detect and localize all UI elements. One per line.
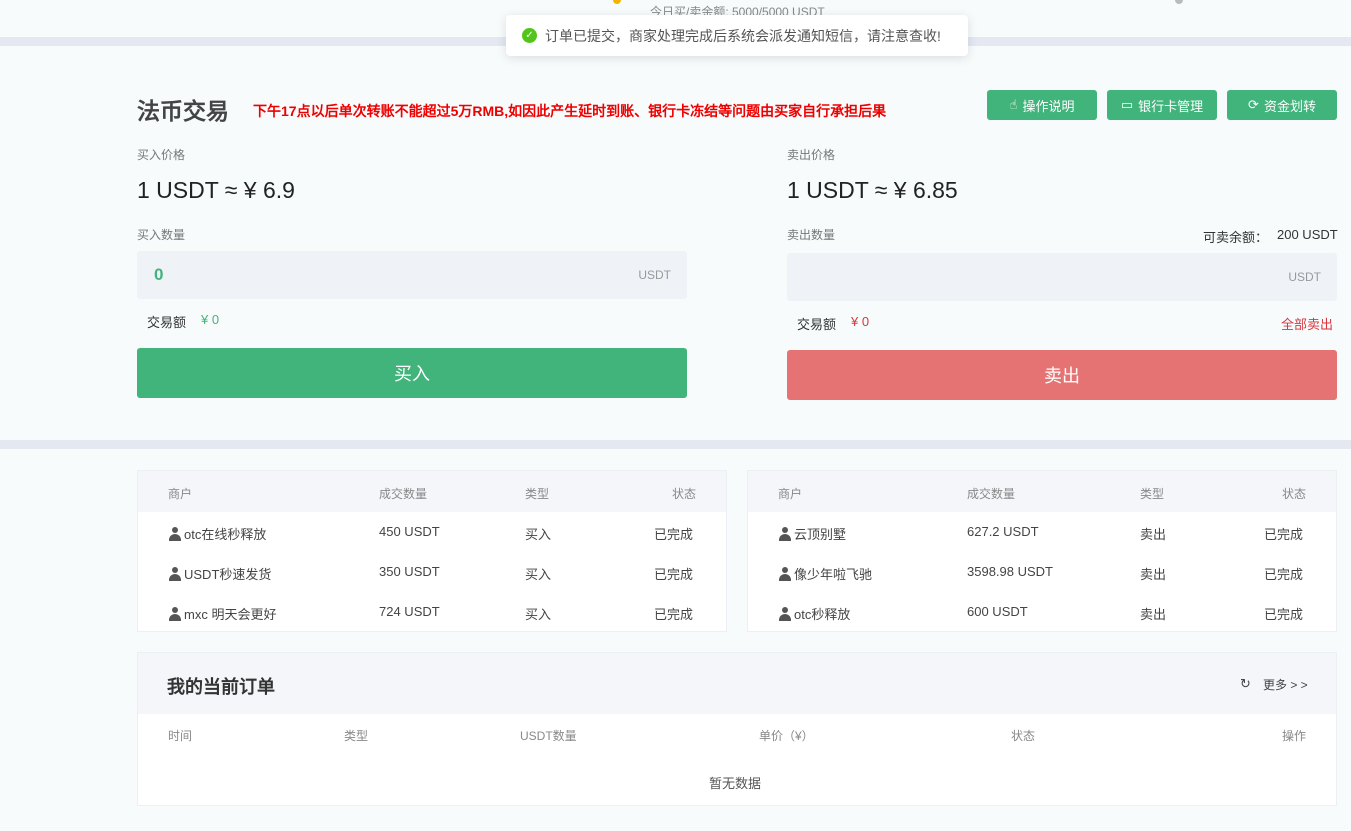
refresh-icon[interactable]: ↻ <box>1240 676 1251 692</box>
credit-card-icon: ▭ <box>1120 97 1134 112</box>
toast-message: 订单已提交，商家处理完成后系统会派发通知短信，请注意查收! <box>545 27 941 44</box>
sell-price: 1 USDT ≈ ¥ 6.85 <box>787 177 958 203</box>
buy-amount-label: 交易额 <box>147 315 187 330</box>
sell-unit: USDT <box>1288 270 1321 284</box>
buy-price-label: 买入价格 <box>137 148 186 162</box>
user-icon <box>169 527 181 541</box>
status-dot <box>613 0 621 4</box>
buy-unit: USDT <box>638 268 671 282</box>
fund-transfer-button[interactable]: ⟳ 资金划转 <box>1227 90 1337 120</box>
status-dot <box>1175 0 1183 4</box>
col-merchant: 商户 <box>168 487 193 501</box>
user-icon <box>169 567 181 581</box>
col-status: 状态 <box>1282 487 1307 501</box>
col-type: 类型 <box>1140 487 1165 501</box>
col-action: 操作 <box>1282 729 1307 743</box>
hand-pointer-icon: ☝ <box>1009 97 1018 112</box>
sell-qty-label: 卖出数量 <box>787 228 836 242</box>
col-usdt-qty: USDT数量 <box>520 729 577 743</box>
instructions-button[interactable]: ☝ 操作说明 <box>987 90 1097 120</box>
sell-trades-table: 商户 成交数量 类型 状态 云顶别墅 627.2 USDT 卖出 已完成 像少年… <box>747 470 1337 632</box>
sell-amount-value: ¥ 0 <box>851 314 870 329</box>
check-circle-icon: ✓ <box>522 28 537 43</box>
sell-qty-input[interactable]: USDT <box>787 253 1337 301</box>
section-divider <box>0 440 1351 449</box>
user-icon <box>169 607 181 621</box>
col-type: 类型 <box>525 487 550 501</box>
col-time: 时间 <box>168 729 193 743</box>
user-icon <box>779 527 791 541</box>
buy-qty-input[interactable]: 0 USDT <box>137 251 687 299</box>
orders-title: 我的当前订单 <box>167 677 275 697</box>
bank-card-button[interactable]: ▭ 银行卡管理 <box>1107 90 1217 120</box>
orders-header: 我的当前订单 ↻ 更多 > > <box>138 653 1336 714</box>
buy-amount-value: ¥ 0 <box>201 312 220 327</box>
col-status: 状态 <box>672 487 697 501</box>
sell-balance-label: 可卖余额： <box>1203 230 1269 245</box>
table-header: 商户 成交数量 类型 状态 <box>138 471 726 512</box>
col-status: 状态 <box>1011 729 1036 743</box>
col-qty: 成交数量 <box>379 487 428 501</box>
sell-amount-label: 交易额 <box>797 317 837 332</box>
sell-price-label: 卖出价格 <box>787 148 836 162</box>
col-type: 类型 <box>344 729 369 743</box>
buy-qty-value: 0 <box>154 265 164 284</box>
table-header: 商户 成交数量 类型 状态 <box>748 471 1336 512</box>
sell-button[interactable]: 卖出 <box>787 350 1337 400</box>
buy-button[interactable]: 买入 <box>137 348 687 398</box>
col-merchant: 商户 <box>778 487 803 501</box>
more-link[interactable]: 更多 > > <box>1263 676 1308 693</box>
current-orders-panel: 我的当前订单 ↻ 更多 > > 时间 类型 USDT数量 单价（¥） 状态 操作… <box>137 652 1337 806</box>
empty-state: 暂无数据 <box>709 776 762 791</box>
col-unit-price: 单价（¥） <box>759 729 814 743</box>
buy-qty-label: 买入数量 <box>137 228 186 242</box>
sell-all-link[interactable]: 全部卖出 <box>1281 314 1333 333</box>
transfer-icon: ⟳ <box>1248 97 1259 112</box>
page-title: 法币交易 <box>137 98 229 124</box>
user-icon <box>779 567 791 581</box>
transfer-notice: 下午17点以后单次转账不能超过5万RMB,如因此产生延时到账、银行卡冻结等问题由… <box>253 103 887 119</box>
sell-balance-value: 200 USDT <box>1277 227 1338 242</box>
user-icon <box>779 607 791 621</box>
buy-price: 1 USDT ≈ ¥ 6.9 <box>137 177 295 203</box>
col-qty: 成交数量 <box>967 487 1016 501</box>
success-toast: ✓ 订单已提交，商家处理完成后系统会派发通知短信，请注意查收! <box>506 15 968 56</box>
buy-trades-table: 商户 成交数量 类型 状态 otc在线秒释放 450 USDT 买入 已完成 U… <box>137 470 727 632</box>
